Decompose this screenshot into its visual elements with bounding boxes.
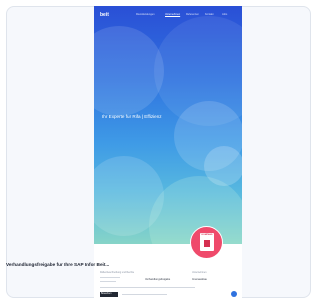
secondary-link-line <box>122 294 167 295</box>
nav-item-contact[interactable]: Kontakt <box>205 13 213 16</box>
meta-right-label: Unternehmen <box>192 271 207 274</box>
apply-button[interactable]: Bewerben <box>100 292 118 297</box>
meta-right-value: Innenausbau <box>192 278 208 281</box>
placeholder-line <box>100 281 116 282</box>
nav-item-services[interactable]: Dienstleistungen <box>136 13 154 16</box>
badge-label: KOMPASS <box>201 234 213 236</box>
apply-button-label: Bewerben <box>101 292 112 295</box>
hero-headline: Ihr Experte fur Rifa | Effizienz <box>102 114 162 119</box>
nav-item-company[interactable]: Unternehmen <box>165 13 180 16</box>
listing-title: Verhandlungsfreigabe fur Ihre SAP Infor … <box>6 262 110 267</box>
chat-icon[interactable] <box>231 291 237 297</box>
nav-item-references[interactable]: Referenzen <box>186 13 199 16</box>
award-badge[interactable]: KOMPASS <box>190 226 223 259</box>
decorative-bubble <box>204 146 242 186</box>
description-line <box>100 287 195 288</box>
meta-left-value: Verhandlungsfreigabe <box>145 278 171 281</box>
website-screenshot: beit Dienstleistungen Unternehmen Refere… <box>94 6 242 298</box>
top-navigation: beit Dienstleistungen Unternehmen Refere… <box>94 6 242 24</box>
meta-left-label: Rollenbeschreibung und Rechte <box>100 271 135 274</box>
hero-section: beit Dienstleistungen Unternehmen Refere… <box>94 6 242 244</box>
certificate-icon: KOMPASS <box>200 233 214 251</box>
site-logo[interactable]: beit <box>100 12 109 18</box>
badge-emblem <box>204 240 210 247</box>
nav-item-jobs[interactable]: Jobs <box>222 13 227 16</box>
placeholder-line <box>100 277 120 278</box>
